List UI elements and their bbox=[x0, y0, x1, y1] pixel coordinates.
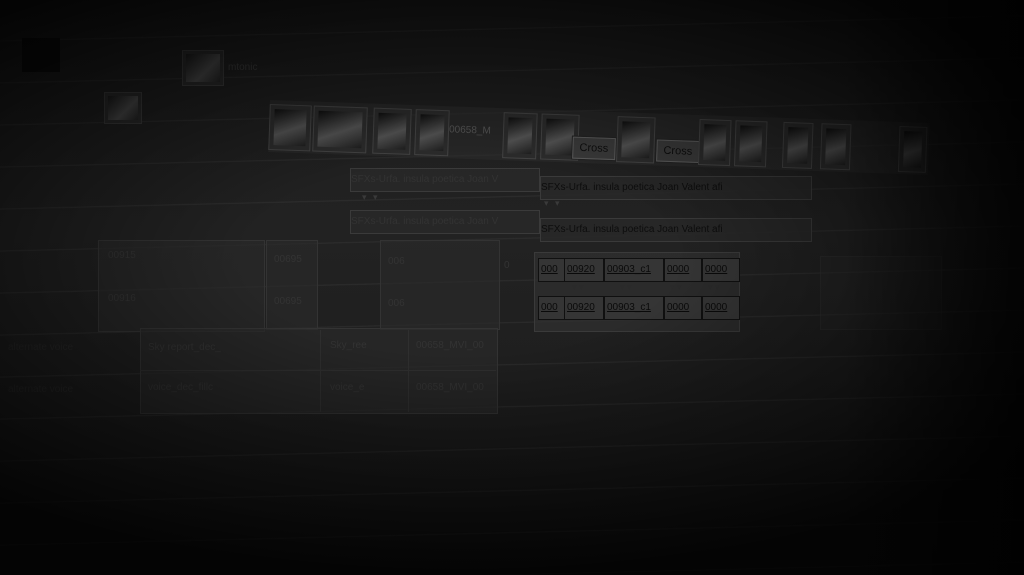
lower-row-left-label: alternate voice bbox=[8, 342, 74, 353]
column-divider bbox=[408, 330, 409, 412]
waveform-markers: ▾ ▾ bbox=[620, 282, 632, 292]
audio-clip[interactable]: SFXs-Urfa. insula poetica Joan V bbox=[350, 168, 540, 192]
video-clip[interactable] bbox=[697, 119, 732, 167]
video-clip[interactable] bbox=[781, 121, 814, 169]
grid-cell[interactable]: 0000 bbox=[664, 258, 702, 282]
grid-cell[interactable]: 0000 bbox=[702, 258, 740, 282]
grid-cell[interactable]: 000 bbox=[538, 296, 566, 320]
cross-dissolve-transition[interactable]: Cross bbox=[656, 139, 700, 164]
lower-row-clip: 00658_MVI_00 bbox=[416, 382, 484, 393]
lower-row-clip: 00658_MVI_00 bbox=[416, 340, 484, 351]
video-clip[interactable] bbox=[372, 107, 412, 155]
audio-waveform-markers: ▾ ▾ bbox=[544, 198, 562, 208]
audio-clip[interactable]: SFXs-Urfa. insula poetica Joan Valent af… bbox=[540, 218, 812, 242]
grid-cell[interactable]: 0000 bbox=[664, 296, 702, 320]
lower-row-left-label: alternate voice bbox=[8, 384, 74, 395]
waveform-markers: ▾ ▾ bbox=[670, 282, 682, 292]
track-code: 00695 bbox=[274, 254, 302, 265]
source-thumbnail[interactable] bbox=[182, 50, 224, 86]
app-logo-icon bbox=[22, 38, 60, 72]
lower-row-short: Sky_ree bbox=[330, 340, 367, 351]
grid-cell[interactable]: 00920 bbox=[564, 258, 604, 282]
audio-clip[interactable]: SFXs-Urfa. insula poetica Joan V bbox=[350, 210, 540, 234]
video-clip-label: 00658_M bbox=[448, 124, 491, 137]
track-code: 00695 bbox=[274, 296, 302, 307]
lower-row-name: Sky report_dec_ bbox=[148, 342, 221, 353]
video-clip[interactable] bbox=[268, 103, 312, 152]
video-clip[interactable] bbox=[733, 120, 768, 168]
grid-cell[interactable]: 000 bbox=[538, 258, 566, 282]
track-short-column bbox=[380, 240, 500, 330]
row-divider bbox=[140, 370, 496, 371]
track-header-name: 00915 bbox=[108, 250, 136, 261]
audio-waveform-markers: ▾ ▾ bbox=[362, 192, 380, 202]
waveform-markers: ▾ ▾ bbox=[708, 282, 720, 292]
video-track: 00658_M Cross Cross bbox=[268, 100, 930, 176]
screen-edge-shadow bbox=[844, 0, 1024, 575]
audio-clip[interactable]: SFXs-Urfa. insula poetica Joan Valent af… bbox=[540, 176, 812, 200]
grid-cell[interactable]: 00903_c1 bbox=[604, 296, 664, 320]
video-clip[interactable] bbox=[502, 112, 538, 160]
sequence-thumbnail[interactable] bbox=[104, 92, 142, 124]
track-header-name: 00916 bbox=[108, 293, 136, 304]
track-short-code: 006 bbox=[388, 256, 405, 267]
grid-cell[interactable]: 0000 bbox=[702, 296, 740, 320]
lower-row-name: voice_dec_fillc bbox=[148, 382, 214, 393]
row-marker: 0 bbox=[504, 260, 510, 271]
column-divider bbox=[320, 330, 321, 412]
track-short-code: 006 bbox=[388, 298, 405, 309]
lower-row-short: voice_e bbox=[330, 382, 365, 393]
video-clip[interactable] bbox=[312, 105, 368, 154]
grid-cell[interactable]: 00903_c1 bbox=[604, 258, 664, 282]
waveform-markers: ▾ ▾ bbox=[572, 282, 584, 292]
video-clip[interactable] bbox=[616, 116, 656, 164]
grid-cell[interactable]: 00920 bbox=[564, 296, 604, 320]
top-bar-label: mtonic bbox=[228, 62, 258, 73]
video-clip[interactable] bbox=[414, 109, 450, 157]
cross-dissolve-transition[interactable]: Cross bbox=[572, 136, 616, 161]
editor-screen: mtonic 00658_M Cross Cross SFXs-Urfa. in… bbox=[0, 0, 1024, 575]
